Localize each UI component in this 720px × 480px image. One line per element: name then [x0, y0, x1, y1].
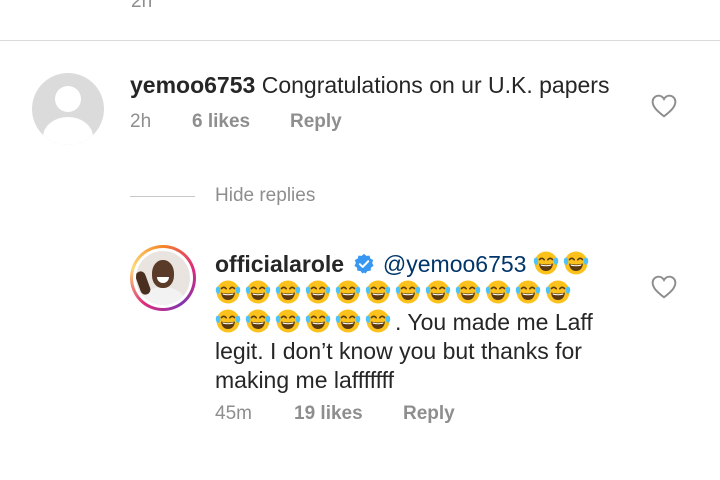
comment-1-likes[interactable]: 6 likes [192, 111, 250, 133]
avatar-yemoo6753[interactable] [32, 73, 104, 145]
comment-2-mention[interactable]: @yemoo6753 [383, 251, 527, 277]
comment-1-reply-button[interactable]: Reply [290, 111, 342, 133]
default-avatar-head [55, 86, 81, 112]
avatar-face [152, 260, 174, 288]
verified-badge-icon [353, 253, 374, 274]
face-with-tears-of-joy-icon [215, 308, 241, 334]
face-with-tears-of-joy-icon [485, 279, 511, 305]
face-with-tears-of-joy-icon [545, 279, 571, 305]
avatar-ring-inner [133, 248, 193, 308]
face-with-tears-of-joy-icon [275, 308, 301, 334]
comment-1-likes-label[interactable]: 6 likes [192, 111, 250, 132]
face-with-tears-of-joy-icon [305, 279, 331, 305]
heart-icon[interactable] [651, 275, 677, 299]
face-with-tears-of-joy-icon [245, 308, 271, 334]
comment-1-time: 2h [130, 111, 152, 132]
avatar-photo [136, 251, 190, 305]
face-with-tears-of-joy-icon [365, 279, 391, 305]
comment-1-reply-label[interactable]: Reply [290, 111, 342, 132]
default-avatar-shoulders [43, 117, 93, 145]
face-with-tears-of-joy-icon [563, 250, 589, 276]
comment-2-likes[interactable]: 19 likes [294, 403, 363, 425]
avatar-arm [136, 270, 152, 296]
face-with-tears-of-joy-icon [335, 279, 361, 305]
hide-replies-button[interactable]: Hide replies [215, 185, 315, 207]
face-with-tears-of-joy-icon [395, 279, 421, 305]
face-with-tears-of-joy-icon [515, 279, 541, 305]
face-with-tears-of-joy-icon [533, 250, 559, 276]
face-with-tears-of-joy-icon [365, 308, 391, 334]
face-with-tears-of-joy-icon [305, 308, 331, 334]
hide-replies-line [130, 196, 195, 197]
emoji-row-3 [215, 309, 395, 335]
face-with-tears-of-joy-icon [215, 279, 241, 305]
comment-2: officialarole @yemoo6753 . You made me L… [215, 250, 635, 395]
face-with-tears-of-joy-icon [275, 279, 301, 305]
emoji-row-2 [215, 280, 575, 306]
previous-comment-time: 2h [131, 0, 153, 12]
comment-1-username[interactable]: yemoo6753 [130, 72, 255, 98]
divider [0, 40, 720, 41]
emoji-row-1 [533, 251, 593, 277]
face-with-tears-of-joy-icon [245, 279, 271, 305]
avatar-officialarole[interactable] [130, 245, 196, 311]
comment-2-likes-label[interactable]: 19 likes [294, 403, 363, 424]
comment-1-text: Congratulations on ur U.K. papers [261, 72, 610, 98]
face-with-tears-of-joy-icon [425, 279, 451, 305]
comment-1: yemoo6753 Congratulations on ur U.K. pap… [130, 70, 609, 100]
comment-2-username[interactable]: officialarole [215, 251, 344, 277]
face-with-tears-of-joy-icon [455, 279, 481, 305]
comment-2-reply-button[interactable]: Reply [403, 403, 455, 425]
comment-2-time: 45m [215, 403, 252, 424]
face-with-tears-of-joy-icon [335, 308, 361, 334]
heart-icon[interactable] [651, 94, 677, 118]
comment-2-reply-label[interactable]: Reply [403, 403, 455, 424]
